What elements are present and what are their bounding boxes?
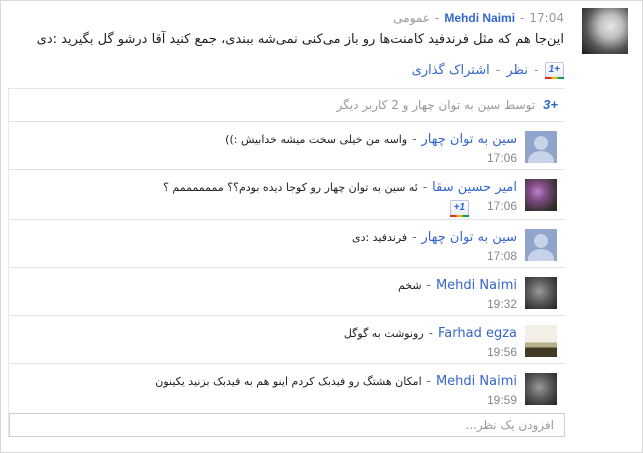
comment-dash: - xyxy=(422,180,428,194)
comment-dash: - xyxy=(412,132,417,146)
comment-text: شخم xyxy=(397,279,422,292)
comment-text: فرندفید :دی xyxy=(351,231,408,244)
comment-text: امکان هشتگ رو فیدبک کردم اینو هم به فیدب… xyxy=(155,375,422,388)
comment-link[interactable]: نظر xyxy=(506,63,527,78)
comment-time[interactable]: 17:06 xyxy=(487,151,517,165)
comment-item: سین به توان چهار-واسه من خیلی سخت میشه خ… xyxy=(9,121,565,169)
add-comment-input[interactable] xyxy=(10,414,564,436)
comment-avatar[interactable] xyxy=(525,229,557,261)
comment-time[interactable]: 19:59 xyxy=(487,393,517,407)
comment-line: امیر حسین سقا-ئه سین به توان چهار رو کوج… xyxy=(163,180,517,195)
plus-one-button[interactable]: +1 xyxy=(544,62,565,79)
comment-dash: - xyxy=(428,326,433,340)
comment-time[interactable]: 17:06 xyxy=(487,199,517,213)
comment-author-link[interactable]: سین به توان چهار xyxy=(422,230,517,245)
comment-line: Mehdi Naimi-شخم xyxy=(398,278,517,293)
comment-text: واسه من خیلی سخت میشه خدابیش :)) xyxy=(225,133,408,146)
author-avatar[interactable] xyxy=(582,8,628,54)
comment-avatar[interactable] xyxy=(525,131,557,163)
share-link[interactable]: اشتراک گذاری xyxy=(412,63,490,78)
comment-time[interactable]: 19:32 xyxy=(487,297,517,311)
meta-separator: - xyxy=(520,11,525,25)
comment-plus-one-button[interactable]: +1 xyxy=(449,200,470,217)
comment-author-link[interactable]: Mehdi Naimi xyxy=(436,374,517,389)
post-time[interactable]: 17:04 xyxy=(529,11,564,25)
comment-line: Mehdi Naimi-امکان هشتگ رو فیدبک کردم این… xyxy=(155,374,517,389)
post-frame: Mehdi Naimi -17:04-عمومی این‌جا هم که مثل… xyxy=(0,0,643,453)
add-comment-box[interactable] xyxy=(9,413,565,437)
comment-time[interactable]: 17:08 xyxy=(487,249,517,263)
plus-one-summary-text: توسط سین به توان چهار و 2 کاربر دیگر xyxy=(336,97,536,112)
comment-dash: - xyxy=(426,278,431,292)
comment-item: Mehdi Naimi-شخم 19:32 xyxy=(9,267,565,315)
comment-line: Farhad egza-رونوشت به گوگل xyxy=(344,326,517,341)
comment-item: سین به توان چهار-فرندفید :دی 17:08 xyxy=(9,219,565,267)
plus-one-summary[interactable]: +3 توسط سین به توان چهار و 2 کاربر دیگر xyxy=(337,97,559,112)
comment-time[interactable]: 19:56 xyxy=(487,345,517,359)
actions-separator: - xyxy=(495,62,501,78)
comment-item: امیر حسین سقا-ئه سین به توان چهار رو کوج… xyxy=(9,169,565,219)
comment-text: رونوشت به گوگل xyxy=(343,327,424,340)
comment-item: Farhad egza-رونوشت به گوگل 19:56 xyxy=(9,315,565,363)
comment-avatar[interactable] xyxy=(525,179,557,211)
meta-separator: - xyxy=(435,11,440,25)
comment-avatar[interactable] xyxy=(525,325,557,357)
post-author-link[interactable]: Mehdi Naimi xyxy=(444,11,515,25)
comment-author-link[interactable]: Mehdi Naimi xyxy=(436,278,517,293)
comment-dash: - xyxy=(412,230,417,244)
comment-author-link[interactable]: امیر حسین سقا xyxy=(432,180,517,195)
post-actions: +1 - نظر - اشتراک گذاری xyxy=(412,62,565,79)
post-text: این‌جا هم که مثل فرندفید کامنت‌ها رو باز… xyxy=(36,32,564,47)
comment-avatar[interactable] xyxy=(525,373,557,405)
actions-separator: - xyxy=(533,62,539,78)
comment-author-link[interactable]: Farhad egza xyxy=(438,326,517,341)
post-meta: Mehdi Naimi -17:04-عمومی xyxy=(393,11,564,25)
comment-item: Mehdi Naimi-امکان هشتگ رو فیدبک کردم این… xyxy=(9,363,565,411)
comment-line: سین به توان چهار-واسه من خیلی سخت میشه خ… xyxy=(225,132,517,147)
plus-count-icon: +3 xyxy=(543,97,558,112)
comment-avatar[interactable] xyxy=(525,277,557,309)
comment-dash: - xyxy=(426,374,431,388)
comment-line: سین به توان چهار-فرندفید :دی xyxy=(352,230,517,245)
post-visibility[interactable]: عمومی xyxy=(393,11,430,25)
comment-author-link[interactable]: سین به توان چهار xyxy=(422,132,517,147)
comment-text: ئه سین به توان چهار رو کوجا دیده بودم؟؟ … xyxy=(163,181,418,194)
